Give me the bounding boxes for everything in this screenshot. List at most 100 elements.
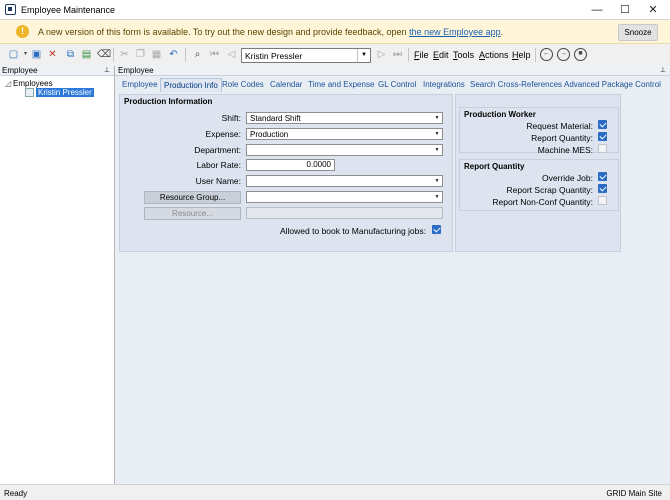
- excel-icon[interactable]: ▤: [80, 48, 93, 61]
- report-scrap-checkbox[interactable]: [598, 184, 607, 193]
- tree-root-employees[interactable]: ◿ Employees: [5, 79, 53, 88]
- report-quantity-checkbox[interactable]: [598, 132, 607, 141]
- status-site: GRID Main Site: [606, 489, 662, 498]
- allowed-manufacturing-label: Allowed to book to Manufacturing jobs:: [279, 226, 426, 236]
- employee-card-icon: [25, 88, 34, 98]
- expense-value: Production: [250, 130, 289, 139]
- tree-panel-title: Employee: [2, 66, 38, 75]
- tab-integrations[interactable]: Integrations: [420, 78, 468, 92]
- shift-value: Standard Shift: [250, 114, 301, 123]
- banner-message: A new version of this form is available.…: [38, 27, 503, 37]
- override-job-checkbox[interactable]: [598, 172, 607, 181]
- tab-production-info[interactable]: Production Info: [160, 78, 222, 92]
- search-icon[interactable]: ⌕: [191, 48, 204, 61]
- toolbar-separator: [185, 48, 186, 62]
- new-version-banner: ! A new version of this form is availabl…: [0, 20, 670, 44]
- tab-strip: Employee Production Info Role Codes Cale…: [115, 78, 670, 92]
- menu-help[interactable]: Help: [512, 50, 531, 60]
- stop-icon[interactable]: ■: [574, 48, 587, 61]
- expense-label: Expense:: [205, 129, 241, 139]
- report-nonconf-label: Report Non-Conf Quantity:: [492, 197, 593, 207]
- clear-icon[interactable]: ⌫: [97, 48, 111, 61]
- machine-mes-checkbox[interactable]: [598, 144, 607, 153]
- new-employee-app-link[interactable]: the new Employee app: [409, 27, 501, 37]
- employee-selector-value: Kristin Pressler: [245, 51, 303, 61]
- toolbar: ▢ ▾ ▣ ✕ ⧉ ▤ ⌫ ✂ ❐ ▦ ↶ ⌕ ⏮ ◁ Kristin Pres…: [0, 44, 670, 67]
- toolbar-separator: [408, 48, 409, 62]
- warning-icon: !: [16, 25, 29, 38]
- shift-combo[interactable]: Standard Shift ▼: [246, 112, 443, 124]
- close-button[interactable]: ✕: [639, 0, 667, 20]
- tree-root-label: Employees: [13, 79, 53, 88]
- paste-icon[interactable]: ▦: [150, 48, 163, 61]
- status-bar: Ready GRID Main Site: [0, 484, 670, 500]
- collapse-icon[interactable]: ◿: [5, 79, 13, 88]
- user-name-combo[interactable]: ▼: [246, 175, 443, 187]
- forward-icon[interactable]: →: [557, 48, 570, 61]
- department-combo[interactable]: ▼: [246, 144, 443, 156]
- report-quantity-group: Report Quantity Override Job: Report Scr…: [459, 159, 619, 211]
- snooze-button[interactable]: Snooze: [618, 24, 658, 41]
- department-label: Department:: [194, 145, 241, 155]
- next-record-icon[interactable]: ▷: [375, 48, 388, 61]
- last-record-icon[interactable]: ⏭: [391, 48, 404, 61]
- report-nonconf-checkbox[interactable]: [598, 196, 607, 205]
- tree-item-employee[interactable]: Kristin Pressler: [25, 88, 94, 98]
- back-icon[interactable]: ←: [540, 48, 553, 61]
- labor-rate-input[interactable]: 0.0000: [246, 159, 335, 171]
- save-icon[interactable]: ▣: [30, 48, 43, 61]
- previous-record-icon[interactable]: ◁: [225, 48, 238, 61]
- minimize-button[interactable]: —: [583, 0, 611, 20]
- resource-group-button[interactable]: Resource Group...: [144, 191, 241, 204]
- chevron-down-icon[interactable]: ▼: [432, 129, 442, 139]
- delete-icon[interactable]: ✕: [46, 48, 59, 61]
- resource-field: [246, 207, 443, 219]
- menu-edit[interactable]: Edit: [433, 50, 449, 60]
- copy-icon[interactable]: ⧉: [64, 48, 77, 61]
- title-bar: Employee Maintenance — ☐ ✕: [0, 0, 670, 20]
- tree-item-label: Kristin Pressler: [36, 88, 94, 97]
- production-information-group: Production Information Shift: Standard S…: [119, 94, 453, 252]
- undo-icon[interactable]: ↶: [167, 48, 180, 61]
- maximize-button[interactable]: ☐: [611, 0, 639, 20]
- first-record-icon[interactable]: ⏮: [208, 48, 221, 61]
- tab-time-and-expense[interactable]: Time and Expense: [305, 78, 377, 92]
- request-material-checkbox[interactable]: [598, 120, 607, 129]
- tab-advanced-package-control[interactable]: Advanced Package Control: [561, 78, 664, 92]
- banner-suffix: .: [500, 27, 504, 37]
- tab-role-codes[interactable]: Role Codes: [219, 78, 267, 92]
- tab-search-cross-references[interactable]: Search Cross-References: [467, 78, 565, 92]
- chevron-down-icon[interactable]: ▼: [432, 192, 442, 202]
- tab-employee[interactable]: Employee: [119, 78, 161, 92]
- cut-icon[interactable]: ✂: [118, 48, 131, 61]
- tab-gl-control[interactable]: GL Control: [375, 78, 419, 92]
- report-quantity-label: Report Quantity:: [531, 133, 593, 143]
- copy2-icon[interactable]: ❐: [134, 48, 147, 61]
- detail-panel-title: Employee: [118, 66, 154, 75]
- employee-selector[interactable]: Kristin Pressler ▼: [241, 48, 371, 63]
- production-worker-title: Production Worker: [464, 110, 536, 119]
- menu-actions[interactable]: Actions: [479, 50, 509, 60]
- resource-group-combo[interactable]: ▼: [246, 191, 443, 203]
- menu-file[interactable]: File: [414, 50, 429, 60]
- tree-panel-header: Employee ⊥: [0, 66, 114, 76]
- detail-panel-header: Employee ⊥: [115, 66, 670, 76]
- pin-icon[interactable]: ⊥: [104, 66, 110, 76]
- chevron-down-icon[interactable]: ▼: [432, 113, 442, 123]
- pin-icon[interactable]: ⊥: [660, 66, 666, 76]
- chevron-down-icon[interactable]: ▼: [432, 145, 442, 155]
- override-job-label: Override Job:: [541, 173, 593, 183]
- report-scrap-label: Report Scrap Quantity:: [506, 185, 593, 195]
- banner-text: A new version of this form is available.…: [38, 27, 410, 37]
- status-ready: Ready: [4, 489, 28, 498]
- allowed-manufacturing-checkbox[interactable]: [432, 225, 441, 234]
- request-material-label: Request Material:: [526, 121, 593, 131]
- chevron-down-icon[interactable]: ▼: [432, 176, 442, 186]
- tab-calendar[interactable]: Calendar: [267, 78, 305, 92]
- production-information-title: Production Information: [124, 97, 213, 106]
- expense-combo[interactable]: Production ▼: [246, 128, 443, 140]
- toolbar-separator: [113, 48, 114, 62]
- menu-tools[interactable]: Tools: [453, 50, 474, 60]
- production-worker-outer: Production Worker Request Material: Repo…: [455, 94, 621, 252]
- chevron-down-icon[interactable]: ▼: [357, 49, 370, 62]
